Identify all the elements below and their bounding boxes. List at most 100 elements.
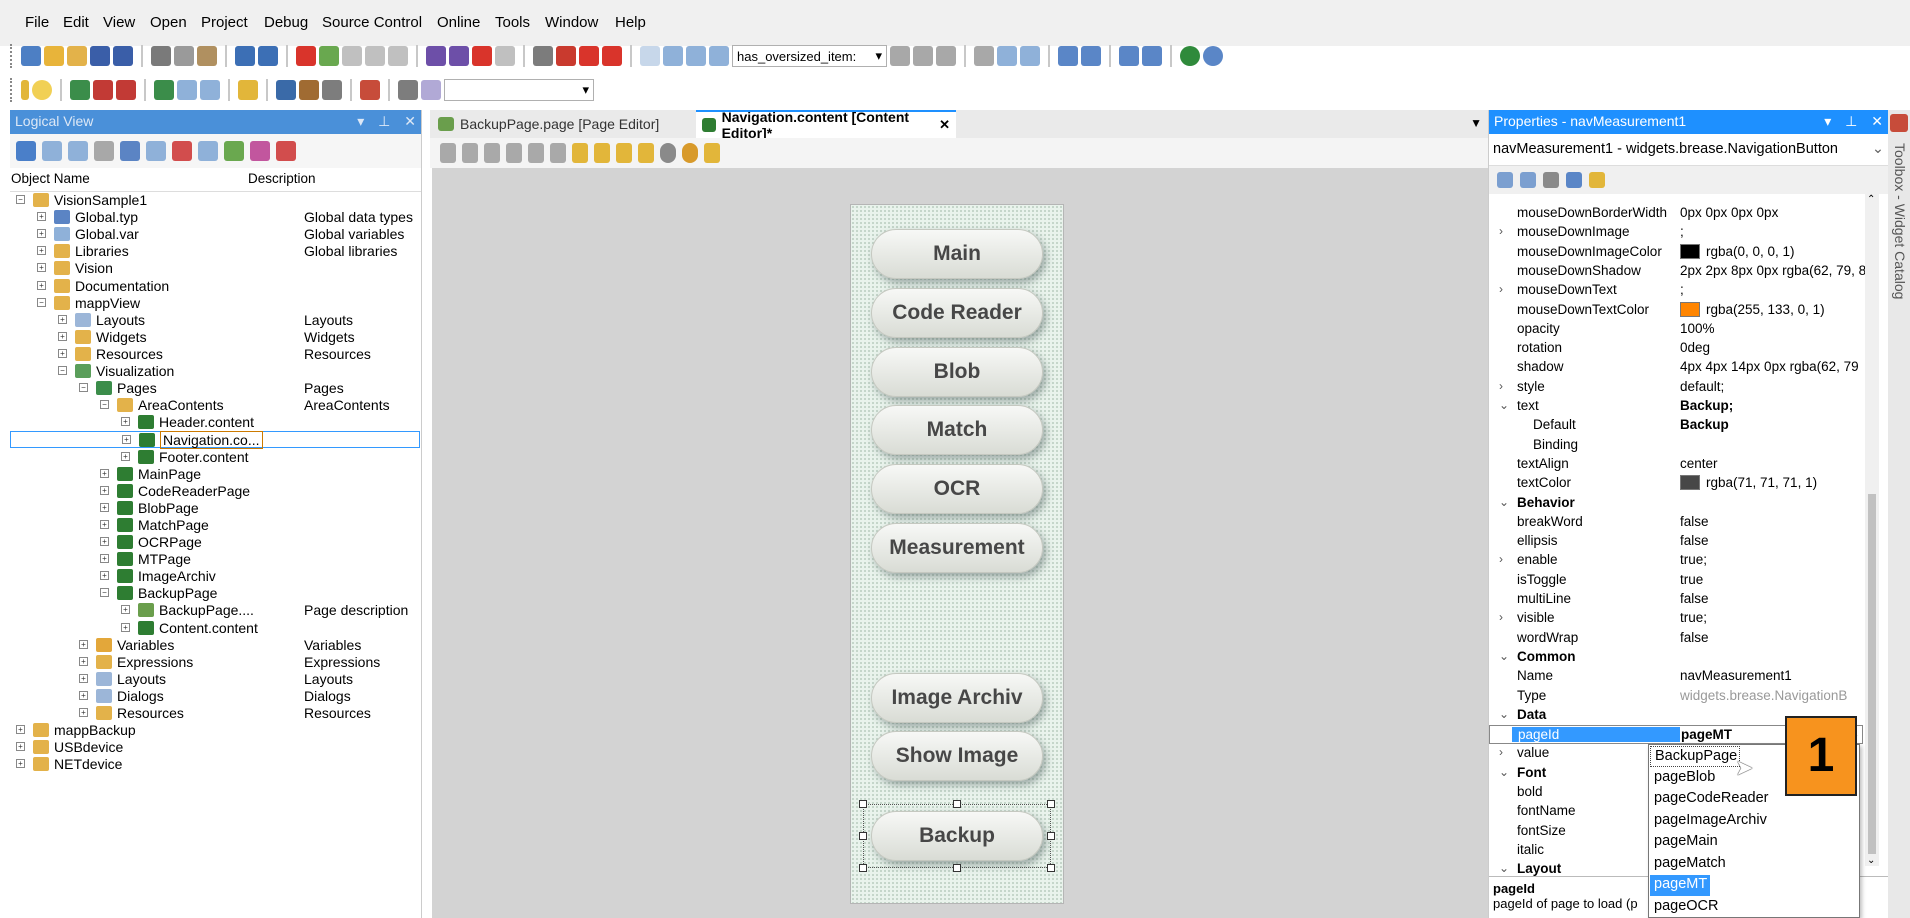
menu-open[interactable]: Open <box>150 14 187 31</box>
menu-file[interactable]: File <box>25 14 49 31</box>
send-back-icon[interactable] <box>594 143 610 163</box>
tree-item[interactable]: + Widgets Widgets <box>10 329 422 346</box>
column-description[interactable]: Description <box>248 168 316 191</box>
stop-icon[interactable] <box>472 46 492 66</box>
dropdown-option[interactable]: pageMT <box>1650 875 1710 896</box>
expand-icon[interactable]: + <box>100 468 109 478</box>
tree-item[interactable]: − mappView <box>10 295 422 312</box>
expand-icon[interactable]: + <box>100 502 109 512</box>
copy-icon[interactable] <box>174 46 194 66</box>
tree-item[interactable]: − BackupPage <box>10 585 422 602</box>
view-cpu-icon[interactable] <box>16 141 36 161</box>
tree-item[interactable]: + Expressions Expressions <box>10 654 422 671</box>
property-row[interactable]: mouseDownImageColor rgba(0, 0, 0, 1) <box>1489 243 1863 262</box>
sort-alpha-icon[interactable] <box>1520 172 1536 188</box>
expand-icon[interactable]: + <box>37 229 46 239</box>
tree-item[interactable]: + USBdevice <box>10 739 422 756</box>
view-data-icon[interactable] <box>224 141 244 161</box>
expand-icon[interactable]: + <box>79 656 88 666</box>
align-center-icon[interactable] <box>528 143 544 163</box>
expand-icon[interactable]: + <box>100 554 109 564</box>
run-icon[interactable] <box>154 80 174 100</box>
categorized-icon[interactable] <box>1497 172 1513 188</box>
tree-item[interactable]: + Documentation <box>10 278 422 295</box>
expand-icon[interactable]: + <box>100 485 109 495</box>
menu-project[interactable]: Project <box>201 14 248 31</box>
tree-item[interactable]: + ImageArchiv <box>10 568 422 585</box>
tree-item[interactable]: − VisionSample1 <box>10 192 422 209</box>
resize-handle-e[interactable] <box>1047 832 1055 840</box>
resize-handle-nw[interactable] <box>859 800 867 808</box>
expand-icon[interactable]: + <box>100 571 109 581</box>
dropdown-option[interactable]: pageMatch <box>1650 854 1860 875</box>
property-row[interactable]: mouseDownShadow 2px 2px 8px 0px rgba(62, … <box>1489 262 1865 281</box>
tree-item[interactable]: + Layouts Layouts <box>10 671 422 688</box>
tree-item[interactable]: + MTPage <box>10 551 422 568</box>
add-icon[interactable] <box>1119 46 1139 66</box>
color-swatch[interactable] <box>1680 301 1700 317</box>
open-folder-icon[interactable] <box>67 46 87 66</box>
expand-icon[interactable]: + <box>121 451 130 461</box>
property-row[interactable]: multiLine false <box>1489 590 1863 609</box>
dropdown-option[interactable]: pageMain <box>1650 832 1860 853</box>
nav-button-image-archiv[interactable]: Image Archiv <box>871 673 1043 723</box>
collapse-icon[interactable]: ⌄ <box>1499 765 1509 779</box>
collapse-icon[interactable]: ⌄ <box>1499 649 1509 663</box>
power-icon[interactable] <box>579 46 599 66</box>
debug-icon[interactable] <box>556 46 576 66</box>
align-bottom-icon[interactable] <box>506 143 522 163</box>
find-icon[interactable] <box>533 46 553 66</box>
nav-button-code-reader[interactable]: Code Reader <box>871 288 1043 338</box>
panel-menu-icon[interactable]: ▾ <box>1824 113 1831 129</box>
nav-button-measurement[interactable]: Measurement <box>871 523 1043 573</box>
property-pages-icon[interactable] <box>1543 172 1559 188</box>
transfer-icon[interactable] <box>365 46 385 66</box>
property-row[interactable]: ellipsis false <box>1489 532 1863 551</box>
unlink-icon[interactable] <box>936 46 956 66</box>
view-motion-icon[interactable] <box>250 141 270 161</box>
tree-item[interactable]: − Pages Pages <box>10 380 422 397</box>
toolbar-grip[interactable] <box>10 78 14 102</box>
collapse-icon[interactable]: − <box>16 195 25 204</box>
tree-item[interactable]: + Footer.content <box>10 449 422 466</box>
collapse-icon[interactable]: − <box>100 400 109 410</box>
settings-icon[interactable] <box>398 80 418 100</box>
bring-front-icon[interactable] <box>572 143 588 163</box>
resize-handle-s[interactable] <box>953 864 961 872</box>
tree-item[interactable]: − AreaContents AreaContents <box>10 397 422 414</box>
align-left-icon[interactable] <box>440 143 456 163</box>
view-config-icon[interactable] <box>146 141 166 161</box>
nav-button-match[interactable]: Match <box>871 405 1043 455</box>
expand-icon[interactable]: + <box>100 537 109 546</box>
property-row[interactable]: opacity 100% <box>1489 320 1863 339</box>
color-swatch[interactable] <box>1680 475 1700 491</box>
expand-icon[interactable]: + <box>16 725 25 735</box>
tree-item[interactable]: + Dialogs Dialogs <box>10 688 422 705</box>
tree-item[interactable]: + Vision <box>10 260 422 277</box>
property-row[interactable]: Type widgets.brease.NavigationB <box>1489 687 1863 706</box>
align-middle-icon[interactable] <box>550 143 566 163</box>
property-category[interactable]: ⌄ Behavior <box>1489 494 1863 513</box>
expand-icon[interactable]: › <box>1499 282 1503 296</box>
expand-icon[interactable]: + <box>100 519 109 529</box>
lightning-icon[interactable] <box>1589 172 1605 188</box>
menu-debug[interactable]: Debug <box>264 14 308 31</box>
tree-item[interactable]: + MainPage <box>10 466 422 483</box>
tree-item[interactable]: + OCRPage <box>10 534 422 551</box>
nav-button-ocr[interactable]: OCR <box>871 464 1043 514</box>
menu-source-control[interactable]: Source Control <box>322 14 422 31</box>
panel-menu-icon[interactable]: ▾ <box>357 113 364 129</box>
align-top-icon[interactable] <box>462 143 478 163</box>
resize-handle-sw[interactable] <box>859 864 867 872</box>
tree-item[interactable]: − Visualization <box>10 363 422 380</box>
properties-icon[interactable] <box>388 46 408 66</box>
tree-item[interactable]: + Content.content <box>10 620 422 637</box>
expand-icon[interactable]: + <box>79 690 88 700</box>
close-icon[interactable]: ✕ <box>404 113 416 129</box>
property-grid-scrollbar[interactable]: ⌃ ⌄ <box>1865 194 1879 866</box>
property-row[interactable]: › visible true; <box>1489 609 1863 628</box>
gear-icon[interactable] <box>660 143 676 163</box>
property-row[interactable]: Binding <box>1489 436 1863 455</box>
link-icon[interactable] <box>890 46 910 66</box>
menu-tools[interactable]: Tools <box>495 14 530 31</box>
